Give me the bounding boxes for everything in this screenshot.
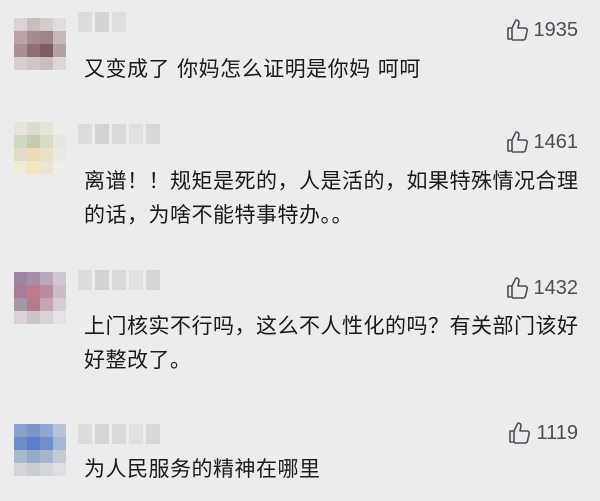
like-button[interactable]: 1432 bbox=[506, 276, 579, 300]
thumbs-up-icon bbox=[506, 19, 528, 41]
avatar[interactable] bbox=[14, 424, 66, 476]
comment-text: 离谱！！规矩是死的，人是活的，如果特殊情况合理的话，为啥不能特事特办。。 bbox=[84, 169, 579, 227]
like-button[interactable]: 1461 bbox=[506, 130, 579, 154]
thumbs-up-icon bbox=[506, 131, 528, 153]
like-count: 1935 bbox=[533, 18, 579, 41]
like-button[interactable]: 1935 bbox=[506, 18, 579, 42]
username-blurred[interactable] bbox=[78, 424, 160, 444]
like-count: 1432 bbox=[533, 276, 579, 299]
thumbs-up-icon bbox=[506, 277, 528, 299]
username-blurred[interactable] bbox=[78, 124, 160, 144]
comment-text: 又变成了 你妈怎么证明是你妈 呵呵 bbox=[84, 57, 421, 81]
comment-text: 为人民服务的精神在哪里 bbox=[84, 457, 321, 481]
thumbs-up-icon bbox=[509, 422, 531, 444]
username-blurred[interactable] bbox=[78, 12, 126, 32]
like-count: 1119 bbox=[536, 421, 578, 444]
avatar[interactable] bbox=[14, 272, 66, 324]
username-blurred[interactable] bbox=[78, 270, 160, 290]
avatar[interactable] bbox=[14, 122, 66, 174]
like-button[interactable]: 1119 bbox=[508, 421, 578, 445]
like-count: 1461 bbox=[533, 130, 579, 153]
avatar[interactable] bbox=[14, 18, 66, 70]
comment-text: 上门核实不行吗，这么不人性化的吗？有关部门该好好整改了。 bbox=[84, 314, 579, 372]
